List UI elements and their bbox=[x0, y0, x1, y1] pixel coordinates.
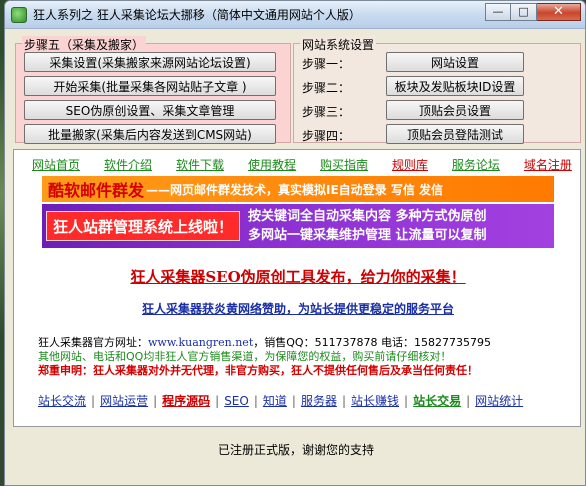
member-settings-button[interactable]: 顶贴会员设置 bbox=[386, 100, 524, 120]
official-contact-line: 狂人采集器官方网址：www.kuangren.net，销售QQ：51173787… bbox=[38, 336, 578, 350]
nav-link[interactable]: 网站首页 bbox=[32, 156, 80, 173]
footer-link[interactable]: 网站运营 bbox=[100, 392, 148, 409]
footer-link[interactable]: 知道 bbox=[263, 392, 287, 409]
link-separator: | bbox=[291, 393, 296, 408]
email-ad-subtitle: ——网页邮件群发技术，真实模拟IE自动登录 写信 发信 bbox=[146, 182, 444, 197]
email-ad-banner[interactable]: 酷软邮件群发 ——网页邮件群发技术，真实模拟IE自动登录 写信 发信 bbox=[42, 176, 554, 202]
footer-links: 站长交流 | 网站运营 | 程序源码 | SEO | 知道 | 服务器 | 站长赚钱 | 站长交易 | 网站统计 bbox=[38, 392, 578, 409]
app-icon bbox=[11, 6, 27, 23]
contact-suffix: ，销售QQ：511737878 电话：15827735795 bbox=[253, 336, 492, 349]
group-collect-migrate-title: 步骤五（采集及搬家） bbox=[22, 36, 147, 53]
subline-link[interactable]: 狂人采集器获炎黄网络赞助，为站长提供更稳定的服务平台 bbox=[14, 300, 580, 317]
channel-warning: 其他网站、电话和QQ均非狂人官方销售渠道，为保障您的权益，购买前请仔细核对！ bbox=[38, 350, 452, 363]
group-site-settings-title: 网站系统设置 bbox=[300, 36, 377, 53]
nav-link[interactable]: 软件介绍 bbox=[104, 156, 152, 173]
maximize-button[interactable]: □ bbox=[511, 2, 537, 21]
group-collect-migrate: 步骤五（采集及搬家） 采集设置(采集搬家来源网站论坛设置) 开始采集(批量采集各… bbox=[15, 36, 291, 144]
batch-migrate-button[interactable]: 批量搬家(采集后内容发送到CMS网站) bbox=[24, 124, 276, 144]
start-collect-button[interactable]: 开始采集(批量采集各网站贴子文章 ) bbox=[24, 76, 276, 96]
nav-link[interactable]: 软件下载 bbox=[176, 156, 224, 173]
board-id-settings-button[interactable]: 板块及发贴板块ID设置 bbox=[386, 76, 524, 96]
site-group-ad-title: 狂人站群管理系统上线啦！ bbox=[46, 211, 241, 241]
group-site-settings: 网站系统设置 步骤一： 网站设置 步骤二： 板块及发贴板块ID设置 步骤三： 顶… bbox=[293, 36, 581, 144]
control-panel: 步骤五（采集及搬家） 采集设置(采集搬家来源网站论坛设置) 开始采集(批量采集各… bbox=[15, 35, 581, 145]
site-group-ad-line2: 多网站一键采集维护管理 让流量可以复制 bbox=[248, 228, 487, 243]
official-info: 狂人采集器官方网址：www.kuangren.net，销售QQ：51173787… bbox=[38, 336, 578, 378]
step-three-label: 步骤三： bbox=[302, 105, 351, 119]
nav-link[interactable]: 使用教程 bbox=[248, 156, 296, 173]
nav-link[interactable]: 域名注册 bbox=[524, 156, 572, 173]
footer-link[interactable]: SEO bbox=[224, 394, 249, 408]
link-separator: | bbox=[404, 393, 409, 408]
member-login-test-button[interactable]: 顶贴会员登陆测试 bbox=[386, 124, 524, 144]
official-url-link[interactable]: www.kuangren.net bbox=[148, 336, 253, 349]
footer-link[interactable]: 站长交易 bbox=[413, 392, 461, 409]
nav-link[interactable]: 规则库 bbox=[392, 156, 428, 173]
close-button[interactable]: ✕ bbox=[537, 2, 581, 21]
window-title: 狂人系列之 狂人采集论坛大挪移（简体中文通用网站个人版） bbox=[33, 8, 361, 22]
nav-link[interactable]: 服务论坛 bbox=[452, 156, 500, 173]
app-window: 狂人系列之 狂人采集论坛大挪移（简体中文通用网站个人版） — □ ✕ 步骤五（采… bbox=[4, 0, 586, 486]
contact-prefix: 狂人采集器官方网址： bbox=[38, 336, 148, 349]
seo-settings-button[interactable]: SEO伪原创设置、采集文章管理 bbox=[24, 100, 276, 120]
footer-link[interactable]: 服务器 bbox=[301, 392, 337, 409]
collect-settings-button[interactable]: 采集设置(采集搬家来源网站论坛设置) bbox=[24, 52, 276, 72]
nav-link[interactable]: 购买指南 bbox=[320, 156, 368, 173]
step-two-label: 步骤二： bbox=[302, 81, 351, 95]
window-controls: — □ ✕ bbox=[485, 2, 581, 21]
link-separator: | bbox=[253, 393, 258, 408]
link-separator: | bbox=[91, 393, 96, 408]
headline-link[interactable]: 狂人采集器SEO伪原创工具发布，给力你的采集！ bbox=[14, 266, 580, 287]
footer-link[interactable]: 网站统计 bbox=[475, 392, 523, 409]
link-separator: | bbox=[215, 393, 220, 408]
title-bar[interactable]: 狂人系列之 狂人采集论坛大挪移（简体中文通用网站个人版） — □ ✕ bbox=[5, 1, 585, 29]
email-ad-title: 酷软邮件群发 bbox=[48, 181, 145, 200]
site-group-ad-banner[interactable]: 狂人站群管理系统上线啦！ 按关键词全自动采集内容 多种方式伪原创 多网站一键采集… bbox=[42, 204, 554, 248]
embedded-web-panel: 网站首页 软件介绍 软件下载 使用教程 购买指南 规则库 服务论坛 域名注册 酷… bbox=[13, 149, 581, 427]
nav-links: 网站首页 软件介绍 软件下载 使用教程 购买指南 规则库 服务论坛 域名注册 bbox=[32, 156, 572, 173]
link-separator: | bbox=[341, 393, 347, 408]
site-group-ad-line1: 按关键词全自动采集内容 多种方式伪原创 bbox=[248, 209, 487, 224]
disclaimer: 郑重申明：狂人采集器对外并无代理，非官方购买，狂人不提供任何售后及承当任何责任！ bbox=[38, 364, 478, 377]
footer-link[interactable]: 站长交流 bbox=[38, 392, 86, 409]
link-separator: | bbox=[466, 393, 471, 408]
step-one-label: 步骤一： bbox=[302, 57, 351, 71]
footer-link[interactable]: 程序源码 bbox=[162, 392, 210, 409]
site-group-ad-text: 按关键词全自动采集内容 多种方式伪原创 多网站一键采集维护管理 让流量可以复制 bbox=[248, 207, 487, 245]
minimize-button[interactable]: — bbox=[485, 2, 511, 21]
footer-link[interactable]: 站长赚钱 bbox=[351, 392, 399, 409]
site-settings-button[interactable]: 网站设置 bbox=[386, 52, 524, 72]
registration-status: 已注册正式版，谢谢您的支持 bbox=[217, 443, 374, 457]
step-four-label: 步骤四： bbox=[302, 129, 351, 143]
link-separator: | bbox=[153, 393, 158, 408]
